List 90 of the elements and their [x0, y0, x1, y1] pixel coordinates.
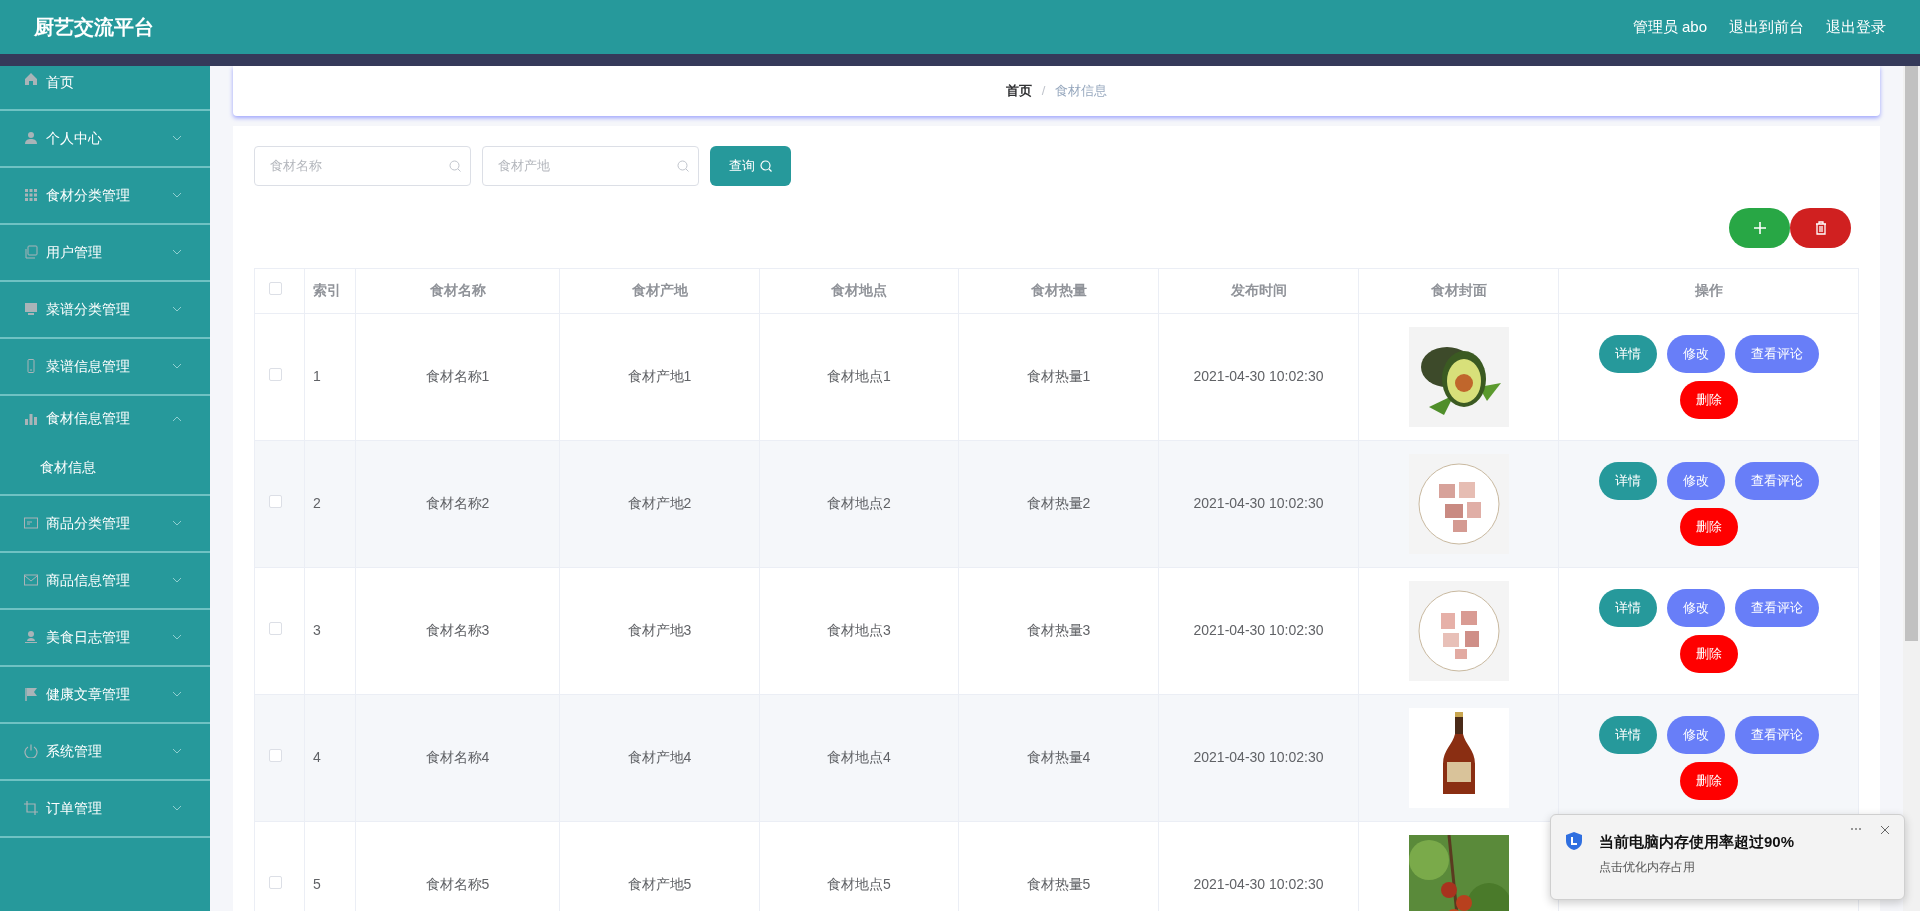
person-icon — [24, 630, 38, 645]
table-cell: 3 — [304, 567, 356, 695]
column-header: 食材产地 — [559, 268, 760, 314]
table-cell: 2 — [304, 440, 356, 568]
detail-button[interactable]: 详情 — [1598, 334, 1657, 373]
detail-button[interactable]: 详情 — [1598, 715, 1657, 754]
search-field[interactable]: 食材名称 — [254, 145, 471, 186]
search-icon — [449, 159, 461, 172]
table-cell: 食材产地1 — [559, 313, 760, 441]
checkbox[interactable] — [269, 622, 282, 636]
table-cell: 食材热量1 — [958, 313, 1159, 441]
checkbox[interactable] — [269, 282, 282, 296]
delete-button[interactable]: 删除 — [1679, 380, 1738, 419]
table-cell: 1 — [304, 313, 356, 441]
checkbox[interactable] — [269, 368, 282, 382]
table-cell: 食材产地3 — [559, 567, 760, 695]
header-link[interactable]: 退出登录 — [1826, 15, 1886, 39]
edit-button[interactable]: 修改 — [1666, 461, 1725, 500]
card-icon — [24, 516, 38, 531]
table-cell: 2021-04-30 10:02:30 — [1158, 694, 1359, 822]
delete-button[interactable]: 删除 — [1679, 761, 1738, 800]
table-cell: 食材地点4 — [759, 694, 959, 822]
sidebar-item[interactable]: 食材信息管理 — [0, 395, 210, 442]
table-cell: 食材地点3 — [759, 567, 959, 695]
table-cell: 食材名称3 — [355, 567, 560, 695]
detail-button[interactable]: 详情 — [1598, 588, 1657, 627]
search-button[interactable]: 查询 — [710, 145, 791, 186]
edit-button[interactable]: 查看评论 — [1734, 715, 1819, 754]
column-header: 食材名称 — [355, 268, 560, 314]
edit-button[interactable]: 修改 — [1666, 588, 1725, 627]
column-header: 发布时间 — [1158, 268, 1359, 314]
edit-button[interactable]: 查看评论 — [1734, 334, 1819, 373]
table-cell: 食材热量3 — [958, 567, 1159, 695]
column-header: 食材热量 — [958, 268, 1159, 314]
bar-chart-icon — [24, 411, 38, 426]
table-cell: 2021-04-30 10:02:30 — [1158, 567, 1359, 695]
search-field[interactable]: 食材产地 — [482, 145, 699, 186]
table-cell: 食材热量2 — [958, 440, 1159, 568]
shield-icon — [1565, 831, 1583, 851]
header-link[interactable]: 退出到前台 — [1729, 15, 1804, 39]
delete-button[interactable]: 删除 — [1679, 507, 1738, 546]
column-header: 食材封面 — [1358, 268, 1559, 314]
breadcrumb-link[interactable]: 首页 — [1005, 80, 1032, 101]
more-icon[interactable] — [1850, 827, 1862, 831]
delete-button[interactable]: 删除 — [1679, 634, 1738, 673]
power-icon — [24, 744, 38, 759]
phone-icon — [24, 359, 38, 374]
monitor-icon — [24, 302, 38, 317]
home-icon — [24, 71, 38, 86]
app-title: 厨艺交流平台 — [34, 15, 154, 41]
table-cell: 4 — [304, 694, 356, 822]
close-icon[interactable] — [1880, 825, 1890, 835]
add-button[interactable] — [1729, 207, 1790, 248]
scrollbar[interactable] — [1903, 65, 1920, 911]
edit-button[interactable]: 修改 — [1666, 334, 1725, 373]
table-cell: 食材热量4 — [958, 694, 1159, 822]
table-cell: 食材名称2 — [355, 440, 560, 568]
table-cell: 食材名称4 — [355, 694, 560, 822]
plus-icon — [1752, 220, 1767, 235]
copy-icon — [24, 245, 38, 260]
table-cell: 2021-04-30 10:02:30 — [1158, 440, 1359, 568]
table-cell: 食材产地4 — [559, 694, 760, 822]
table-cell: 2021-04-30 10:02:30 — [1158, 313, 1359, 441]
column-header: 操作 — [1558, 268, 1859, 314]
checkbox[interactable] — [269, 495, 282, 509]
search-icon — [760, 159, 772, 172]
table-cell: 食材地点1 — [759, 313, 959, 441]
notification-title: 当前电脑内存使用率超过90% — [1599, 832, 1795, 852]
mail-icon — [24, 573, 38, 588]
notification-message[interactable]: 点击优化内存占用 — [1599, 857, 1795, 876]
table-cell: 食材地点2 — [759, 440, 959, 568]
header-link[interactable]: 管理员 abo — [1632, 15, 1707, 39]
column-header: 食材地点 — [759, 268, 959, 314]
checkbox[interactable] — [269, 749, 282, 763]
search-icon — [677, 159, 689, 172]
breadcrumb-separator: / — [1041, 81, 1046, 100]
table-cell: 食材产地2 — [559, 440, 760, 568]
crop-icon — [24, 801, 38, 816]
user-icon — [24, 131, 38, 146]
edit-button[interactable]: 查看评论 — [1734, 588, 1819, 627]
checkbox[interactable] — [269, 876, 282, 890]
edit-button[interactable]: 查看评论 — [1734, 461, 1819, 500]
grid-icon — [24, 188, 38, 203]
trash-icon — [1814, 220, 1827, 235]
flag-icon — [24, 687, 38, 702]
column-header: 索引 — [304, 268, 356, 314]
table-cell: 食材名称1 — [355, 313, 560, 441]
delete-button[interactable] — [1790, 207, 1851, 248]
edit-button[interactable]: 修改 — [1666, 715, 1725, 754]
detail-button[interactable]: 详情 — [1598, 461, 1657, 500]
